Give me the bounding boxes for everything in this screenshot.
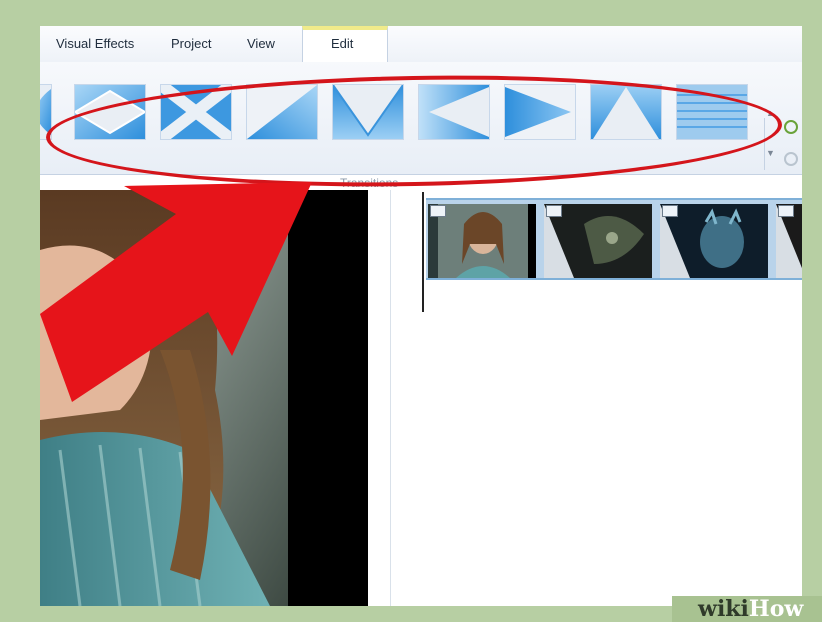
video-preview — [40, 190, 380, 606]
playhead[interactable] — [422, 192, 424, 312]
clip-badge-icon — [778, 205, 794, 217]
tab-visual-effects[interactable]: Visual Effects — [56, 36, 134, 51]
watermark-how: How — [748, 596, 804, 622]
movie-maker-window: Visual Effects Project View Edit ▲ ▼ Tra… — [40, 26, 802, 606]
clip-strip — [426, 198, 802, 280]
clip-badge-icon — [546, 205, 562, 217]
clip-badge-icon — [430, 205, 446, 217]
wikihow-watermark: wikiHow — [672, 596, 822, 622]
clip-badge-icon — [662, 205, 678, 217]
duration-icon[interactable] — [784, 120, 798, 134]
ribbon-tab-bar: Visual Effects Project View Edit — [40, 26, 802, 63]
panel-divider[interactable] — [390, 190, 391, 606]
tab-edit[interactable]: Edit — [331, 36, 353, 51]
clip-dark-partial[interactable] — [776, 204, 802, 278]
apply-all-icon[interactable] — [784, 152, 798, 166]
watermark-wiki: wiki — [698, 596, 749, 622]
clip-dark-creature[interactable] — [544, 204, 652, 278]
clip-blue-creature[interactable] — [660, 204, 768, 278]
scroll-down-icon[interactable]: ▼ — [766, 148, 775, 158]
tab-view[interactable]: View — [247, 36, 275, 51]
tab-project[interactable]: Project — [171, 36, 211, 51]
preview-frame-image — [40, 190, 368, 606]
storyboard-panel — [392, 190, 802, 606]
clip-girl-portrait[interactable] — [428, 204, 536, 278]
